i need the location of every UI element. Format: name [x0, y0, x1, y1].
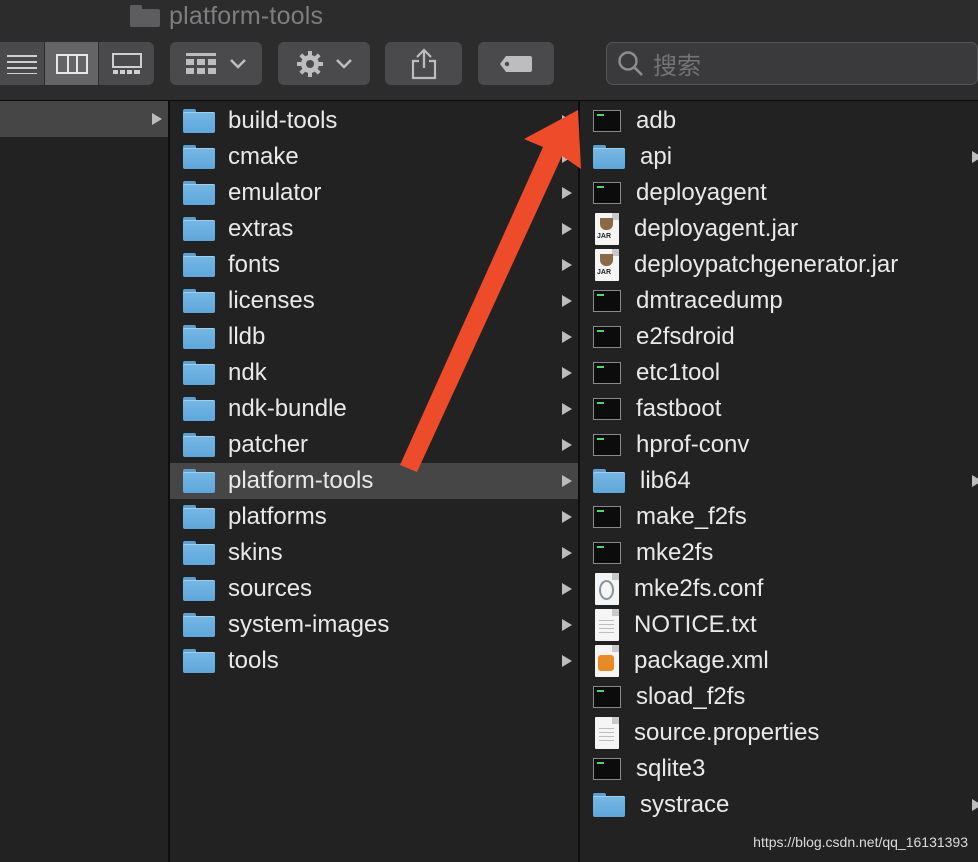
annotation-arrow [400, 110, 581, 472]
watermark: https://blog.csdn.net/qq_16131393 [753, 834, 968, 850]
